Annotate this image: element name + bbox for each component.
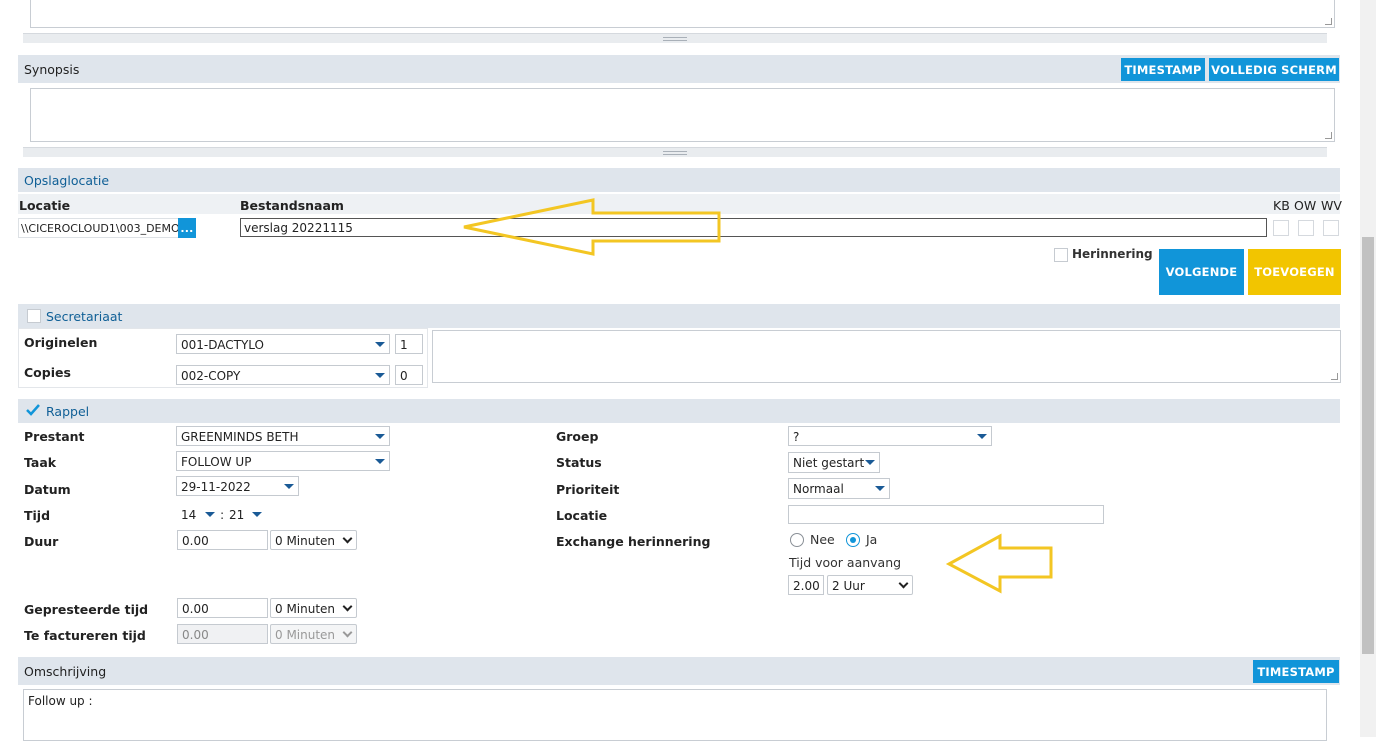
date-picker[interactable]: 29-11-2022 bbox=[176, 476, 299, 496]
recall-location-label: Locatie bbox=[556, 508, 608, 523]
storage-title: Opslaglocatie bbox=[24, 173, 110, 188]
location-label: Locatie bbox=[19, 198, 71, 213]
chevron-down-icon bbox=[342, 627, 353, 638]
copies-label: Copies bbox=[24, 365, 71, 380]
copies-count-input[interactable]: 0 bbox=[395, 365, 423, 385]
duration-input[interactable]: 0.00 bbox=[177, 530, 268, 550]
chevron-down-icon bbox=[374, 366, 386, 384]
chevron-down-icon bbox=[374, 452, 386, 470]
synopsis-timestamp-button[interactable]: TIMESTAMP bbox=[1121, 58, 1205, 81]
browse-location-button[interactable]: ... bbox=[178, 218, 196, 238]
recall-header bbox=[18, 399, 1340, 423]
synopsis-textarea[interactable] bbox=[30, 88, 1335, 142]
prestant-label: Prestant bbox=[24, 429, 85, 444]
chevron-down-icon bbox=[204, 505, 216, 523]
recall-location-input[interactable] bbox=[788, 505, 1104, 524]
chevron-down-icon bbox=[874, 479, 886, 498]
resize-handle-icon[interactable] bbox=[1331, 373, 1338, 380]
lead-time-unit-select[interactable]: 2 Uur bbox=[827, 575, 913, 595]
exchange-no-label: Nee bbox=[810, 532, 835, 547]
duration-label: Duur bbox=[24, 534, 59, 549]
chevron-down-icon bbox=[898, 578, 909, 589]
kb-label: KB bbox=[1273, 198, 1290, 213]
originals-label: Originelen bbox=[24, 335, 98, 350]
chevron-down-icon bbox=[342, 533, 353, 544]
top-textarea[interactable] bbox=[30, 0, 1335, 28]
reminder-checkbox[interactable] bbox=[1054, 248, 1068, 262]
pointer-arrow-icon bbox=[463, 198, 721, 256]
description-textarea[interactable]: Follow up : bbox=[23, 689, 1327, 741]
secretariat-checkbox[interactable] bbox=[27, 309, 41, 323]
billable-time-label: Te factureren tijd bbox=[24, 628, 146, 643]
resize-handle-icon[interactable] bbox=[1325, 18, 1332, 25]
exchange-yes-label: Ja bbox=[866, 532, 878, 547]
time-label: Tijd bbox=[24, 508, 51, 523]
originals-dropdown[interactable]: 001-DACTYLO bbox=[176, 334, 390, 354]
prestant-dropdown[interactable]: GREENMINDS BETH bbox=[176, 426, 390, 446]
hour-dropdown[interactable]: 14 bbox=[176, 504, 220, 524]
chevron-down-icon bbox=[342, 601, 353, 612]
pointer-arrow-icon bbox=[945, 533, 1053, 594]
filename-label: Bestandsnaam bbox=[240, 198, 344, 213]
billable-time-input: 0.00 bbox=[177, 624, 268, 644]
date-label: Datum bbox=[24, 482, 71, 497]
synopsis-title: Synopsis bbox=[24, 62, 80, 77]
group-label: Groep bbox=[556, 429, 599, 444]
ow-checkbox[interactable] bbox=[1298, 220, 1314, 236]
status-label: Status bbox=[556, 455, 602, 470]
priority-dropdown[interactable]: Normaal bbox=[788, 478, 890, 499]
description-header bbox=[18, 657, 1340, 685]
recall-title: Rappel bbox=[46, 404, 90, 419]
performed-time-input[interactable]: 0.00 bbox=[177, 598, 268, 618]
chevron-down-icon bbox=[864, 453, 876, 472]
wv-checkbox[interactable] bbox=[1323, 220, 1339, 236]
group-dropdown[interactable]: ? bbox=[788, 426, 992, 446]
synopsis-fullscreen-button[interactable]: VOLLEDIG SCHERM bbox=[1209, 58, 1339, 81]
filename-input[interactable]: verslag 20221115 bbox=[240, 218, 1267, 237]
description-title: Omschrijving bbox=[24, 664, 107, 679]
task-dropdown[interactable]: FOLLOW UP bbox=[176, 451, 390, 471]
minute-dropdown[interactable]: 21 bbox=[224, 504, 267, 524]
wv-label: WV bbox=[1321, 198, 1342, 213]
performed-time-unit-select[interactable]: 0 Minuten bbox=[270, 598, 357, 618]
storage-header bbox=[18, 168, 1340, 192]
description-timestamp-button[interactable]: TIMESTAMP bbox=[1253, 660, 1339, 683]
task-label: Taak bbox=[24, 455, 57, 470]
billable-time-unit-select: 0 Minuten bbox=[270, 624, 357, 644]
performed-time-label: Gepresteerde tijd bbox=[24, 602, 149, 617]
copies-dropdown[interactable]: 002-COPY bbox=[176, 365, 390, 385]
chevron-down-icon bbox=[251, 505, 263, 523]
secretariat-title: Secretariaat bbox=[46, 309, 123, 324]
chevron-down-icon bbox=[976, 427, 988, 445]
checkmark-icon[interactable] bbox=[25, 403, 41, 417]
reminder-label: Herinnering bbox=[1072, 247, 1153, 261]
ow-label: OW bbox=[1294, 198, 1317, 213]
synopsis-grip[interactable] bbox=[23, 147, 1327, 157]
secretariat-notes-textarea[interactable] bbox=[432, 330, 1341, 383]
kb-checkbox[interactable] bbox=[1273, 220, 1289, 236]
location-input[interactable]: \\CICEROCLOUD1\003_DEMODE bbox=[18, 218, 180, 238]
exchange-yes-radio[interactable] bbox=[846, 533, 860, 547]
duration-unit-select[interactable]: 0 Minuten bbox=[270, 530, 357, 550]
resize-handle-icon[interactable] bbox=[1325, 132, 1332, 139]
add-button[interactable]: TOEVOEGEN bbox=[1248, 249, 1341, 295]
chevron-down-icon bbox=[283, 477, 295, 495]
exchange-reminder-label: Exchange herinnering bbox=[556, 534, 711, 549]
secretariat-header bbox=[18, 304, 1340, 328]
scrollbar-thumb[interactable] bbox=[1362, 237, 1374, 654]
chevron-down-icon bbox=[374, 335, 386, 353]
lead-time-label: Tijd voor aanvang bbox=[789, 555, 902, 570]
next-button[interactable]: VOLGENDE bbox=[1159, 249, 1244, 295]
exchange-no-radio[interactable] bbox=[790, 533, 804, 547]
status-dropdown[interactable]: Niet gestart bbox=[788, 452, 880, 473]
originals-count-input[interactable]: 1 bbox=[395, 334, 423, 354]
priority-label: Prioriteit bbox=[556, 482, 620, 497]
top-textarea-grip[interactable] bbox=[23, 33, 1327, 43]
lead-time-input[interactable]: 2.00 bbox=[788, 575, 824, 595]
chevron-down-icon bbox=[374, 427, 386, 445]
